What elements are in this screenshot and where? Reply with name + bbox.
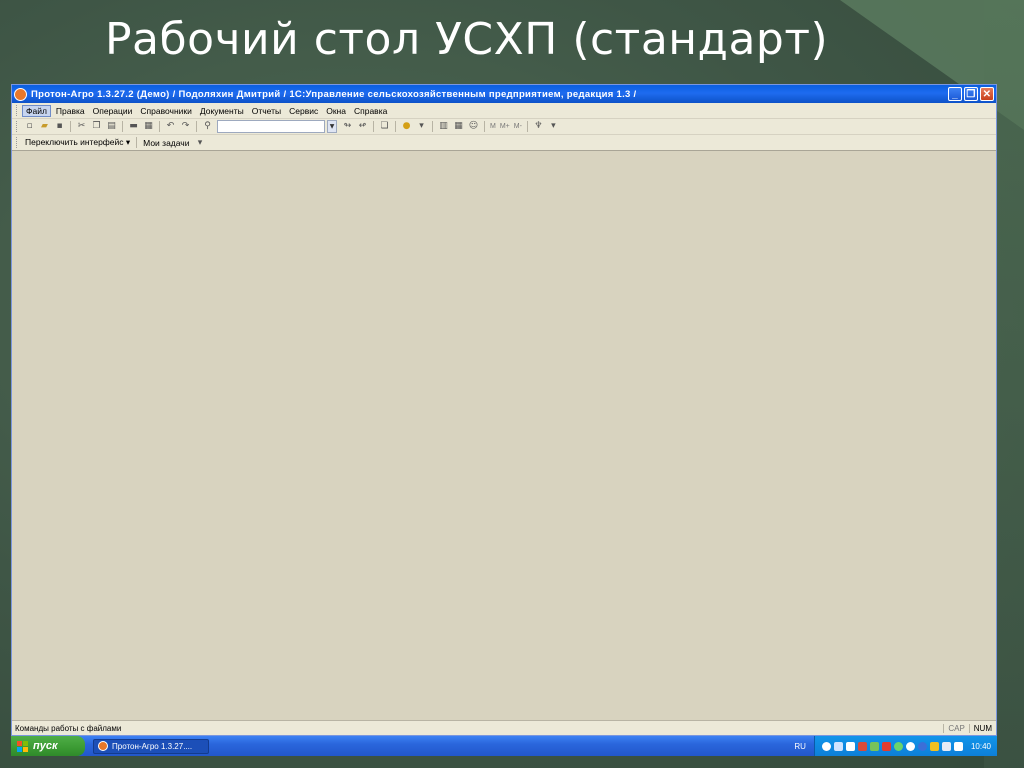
menu-file[interactable]: Файл <box>22 104 51 117</box>
open-folder-icon[interactable]: ▰ <box>39 121 50 132</box>
toolbar-separator <box>122 121 123 132</box>
windows-icon[interactable]: ❏ <box>379 121 390 132</box>
tray-app-icon[interactable] <box>894 741 904 751</box>
cut-icon[interactable]: ✂ <box>76 121 87 132</box>
num-lock-indicator: NUM <box>968 723 996 733</box>
app-logo-icon <box>14 87 27 101</box>
calendar-icon[interactable]: ▦ <box>453 121 464 132</box>
menu-catalogs[interactable]: Справочники <box>137 106 195 116</box>
tray-app-icon[interactable] <box>870 741 880 751</box>
menu-edit[interactable]: Правка <box>53 106 88 116</box>
chevron-down-icon[interactable]: ▾ <box>416 121 427 132</box>
tray-app-icon[interactable] <box>906 741 916 751</box>
clock: 10:40 <box>970 741 991 751</box>
my-tasks-button[interactable]: Мои задачи <box>140 138 192 148</box>
save-icon[interactable]: ▪ <box>54 121 65 132</box>
find-prev-icon[interactable]: ↫ <box>357 121 368 132</box>
info-icon[interactable]: ● <box>401 121 412 132</box>
menu-service[interactable]: Сервис <box>286 106 321 116</box>
paste-icon[interactable]: ▤ <box>106 121 117 132</box>
memory-add-button[interactable]: M+ <box>500 123 510 130</box>
memory-subtract-button[interactable]: M- <box>514 123 522 130</box>
menu-windows[interactable]: Окна <box>323 106 349 116</box>
find-next-icon[interactable]: ↬ <box>342 121 353 132</box>
toolbar-separator <box>432 121 433 132</box>
menu-help[interactable]: Справка <box>351 106 390 116</box>
tools-icon[interactable]: ♆ <box>533 121 544 132</box>
status-bar: Команды работы с файлами CAP NUM <box>12 720 996 735</box>
caps-lock-indicator: CAP <box>943 723 968 733</box>
tray-arrow-icon[interactable] <box>822 741 832 751</box>
toolbar-grip[interactable] <box>16 137 19 148</box>
window-title: Протон-Агро 1.3.27.2 (Демо) / Подоляхин … <box>31 88 637 100</box>
start-button[interactable]: пуск <box>11 736 85 756</box>
toolbar-separator <box>484 121 485 132</box>
menu-bar: Файл Правка Операции Справочники Докумен… <box>12 103 996 119</box>
window-titlebar[interactable]: Протон-Агро 1.3.27.2 (Демо) / Подоляхин … <box>12 85 996 103</box>
workspace-area[interactable] <box>12 152 996 721</box>
close-button[interactable]: ✕ <box>980 87 994 101</box>
new-document-icon[interactable]: ▫ <box>24 121 35 132</box>
switch-interface-button[interactable]: Переключить интерфейс ▾ <box>22 137 133 148</box>
toolbar-separator <box>395 121 396 132</box>
volume-icon[interactable] <box>954 741 964 751</box>
redo-icon[interactable]: ↷ <box>180 121 191 132</box>
start-label: пуск <box>33 740 58 752</box>
toolbar-grip[interactable] <box>16 121 19 132</box>
toolbar-separator <box>159 121 160 132</box>
tray-app-icon[interactable] <box>918 741 928 751</box>
restore-button[interactable]: ❐ <box>964 87 978 101</box>
toolbar-separator <box>373 121 374 132</box>
taskbar: пуск Протон-Агро 1.3.27.... RU 10:40 <box>11 736 997 756</box>
tray-app-icon[interactable] <box>846 741 856 751</box>
system-tray: 10:40 <box>813 736 997 756</box>
tray-app-icon[interactable] <box>930 741 940 751</box>
menu-documents[interactable]: Документы <box>197 106 247 116</box>
menu-reports[interactable]: Отчеты <box>249 106 284 116</box>
search-input[interactable] <box>217 120 325 133</box>
memory-button[interactable]: M <box>490 123 496 130</box>
chevron-down-icon[interactable]: ▼ <box>327 120 337 133</box>
print-icon[interactable]: ▬ <box>128 121 139 132</box>
taskbar-app-button[interactable]: Протон-Агро 1.3.27.... <box>93 738 209 754</box>
language-indicator[interactable]: RU <box>794 742 806 751</box>
minimize-button[interactable]: _ <box>948 87 962 101</box>
standard-toolbar: ▫ ▰ ▪ ✂ ❐ ▤ ▬ ▦ ↶ ↷ ⚲ ▼ ↬ ↫ ❏ ● ▾ ▥ ▦ ☺ … <box>12 119 996 135</box>
chevron-down-icon[interactable]: ▾ <box>194 137 205 148</box>
toolbar-separator <box>70 121 71 132</box>
slide-title: Рабочий стол УСХП (стандарт) <box>105 14 829 65</box>
panel-toolbar: Переключить интерфейс ▾ Мои задачи ▾ <box>12 135 996 151</box>
tray-app-icon[interactable] <box>942 741 952 751</box>
calculator-icon[interactable]: ▥ <box>438 121 449 132</box>
toolbar-separator <box>136 137 138 148</box>
toolbar-grip[interactable] <box>16 105 19 116</box>
app-window: Протон-Агро 1.3.27.2 (Демо) / Подоляхин … <box>11 84 997 736</box>
preview-icon[interactable]: ▦ <box>143 121 154 132</box>
network-icon[interactable] <box>834 741 844 751</box>
app-logo-icon <box>98 741 108 751</box>
search-icon[interactable]: ⚲ <box>202 121 213 132</box>
undo-icon[interactable]: ↶ <box>165 121 176 132</box>
copy-icon[interactable]: ❐ <box>91 121 102 132</box>
tray-antivirus-icon[interactable] <box>882 741 892 751</box>
windows-logo-icon <box>17 740 28 752</box>
taskbar-app-label: Протон-Агро 1.3.27.... <box>112 741 193 751</box>
chevron-down-icon[interactable]: ▾ <box>548 121 559 132</box>
toolbar-separator <box>196 121 197 132</box>
status-text: Команды работы с файлами <box>15 723 122 733</box>
menu-operations[interactable]: Операции <box>90 106 136 116</box>
tray-flag-icon[interactable] <box>858 741 868 751</box>
users-icon[interactable]: ☺ <box>468 121 479 132</box>
toolbar-separator <box>526 121 528 132</box>
